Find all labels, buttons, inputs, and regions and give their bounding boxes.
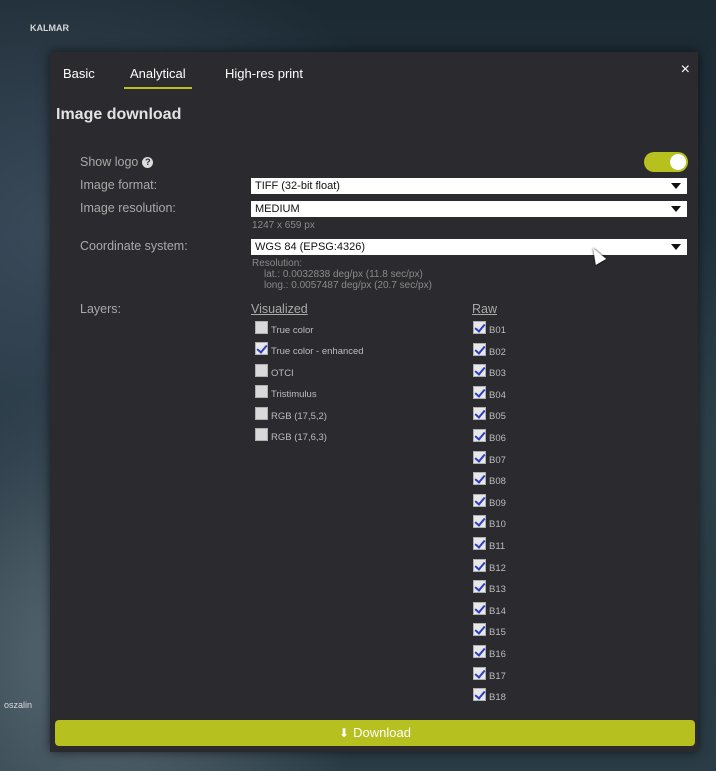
- tab-basic[interactable]: Basic: [63, 66, 95, 81]
- raw-band-label: B06: [489, 433, 506, 444]
- checkbox[interactable]: [473, 645, 486, 658]
- checkbox[interactable]: [473, 515, 486, 529]
- download-icon: ⬇: [339, 726, 350, 740]
- raw-band-label: B07: [489, 454, 506, 466]
- raw-band-label: B12: [489, 562, 506, 574]
- visualized-layer-label: True color - enhanced: [271, 346, 364, 358]
- visualized-layer-label: True color: [271, 325, 314, 336]
- resolution-title: Resolution:: [252, 258, 303, 269]
- visualized-layer-label: RGB (17,6,3): [271, 432, 327, 443]
- dialog-title: Image download: [56, 106, 182, 123]
- dropdown-arrow-icon: [671, 244, 681, 250]
- raw-header: Raw: [472, 302, 498, 316]
- show-logo-toggle[interactable]: [644, 152, 688, 172]
- raw-band-label: B01: [489, 325, 506, 336]
- visualized-layer-label: RGB (17,5,2): [271, 410, 327, 422]
- close-icon[interactable]: ×: [681, 61, 690, 79]
- checkbox[interactable]: [255, 363, 268, 377]
- raw-band-label: B04: [489, 389, 506, 401]
- help-icon[interactable]: ?: [142, 157, 154, 168]
- download-button[interactable]: ⬇ Download: [55, 720, 695, 746]
- visualized-layer-label: OTCI: [271, 367, 294, 379]
- image-download-dialog: Basic Analytical High-res print × Image …: [50, 52, 698, 752]
- raw-band-label: B11: [489, 541, 506, 552]
- checkbox[interactable]: [255, 321, 268, 334]
- checkbox[interactable]: [255, 385, 268, 399]
- toggle-knob: [670, 154, 686, 170]
- map-city-label-koszalin: oszalin: [4, 700, 33, 710]
- tab-bar: Basic Analytical High-res print ×: [50, 52, 698, 92]
- image-format-label: Image format:: [80, 178, 158, 192]
- checkbox[interactable]: [473, 321, 486, 334]
- raw-band-label: B15: [489, 627, 506, 639]
- raw-band-label: B16: [489, 649, 506, 660]
- checkbox[interactable]: [473, 580, 486, 594]
- dropdown-arrow-icon: [671, 206, 681, 212]
- checkbox[interactable]: [473, 493, 486, 507]
- checkbox[interactable]: [255, 428, 268, 441]
- resolution-long: long.: 0.0057487 deg/px (20.7 sec/px): [264, 280, 432, 291]
- map-city-label-kalmar: KALMAR: [30, 23, 69, 33]
- image-format-select[interactable]: TIFF (32-bit float): [251, 178, 687, 194]
- checkbox[interactable]: [473, 623, 486, 637]
- raw-band-label: B10: [489, 519, 506, 531]
- raw-band-label: B13: [489, 584, 506, 596]
- checkbox[interactable]: [255, 406, 268, 420]
- image-resolution-value: MEDIUM: [255, 203, 300, 215]
- raw-band-label: B02: [489, 346, 506, 358]
- image-format-value: TIFF (32-bit float): [255, 180, 340, 192]
- raw-band-label: B08: [489, 476, 506, 488]
- coordinate-system-select[interactable]: WGS 84 (EPSG:4326): [251, 239, 687, 255]
- tab-analytical[interactable]: Analytical: [124, 66, 192, 89]
- checkbox[interactable]: [473, 364, 486, 378]
- tab-high-res-print[interactable]: High-res print: [225, 66, 303, 81]
- checkbox[interactable]: [473, 666, 486, 680]
- raw-band-label: B14: [489, 605, 506, 617]
- raw-band-label: B05: [489, 411, 506, 423]
- show-logo-text: Show logo: [80, 155, 139, 169]
- raw-band-label: B03: [489, 368, 506, 380]
- raw-band-label: B18: [489, 692, 506, 704]
- checkbox[interactable]: [473, 342, 486, 356]
- checkbox[interactable]: [473, 688, 486, 702]
- raw-band-label: B17: [489, 670, 506, 682]
- checkbox[interactable]: [473, 385, 486, 399]
- dropdown-arrow-icon: [671, 183, 681, 189]
- checkbox[interactable]: [473, 558, 486, 572]
- download-label: Download: [353, 725, 411, 740]
- resolution-lat: lat.: 0.0032838 deg/px (11.8 sec/px): [264, 269, 423, 280]
- image-resolution-label: Image resolution:: [80, 201, 176, 215]
- checkbox[interactable]: [473, 472, 486, 486]
- checkbox[interactable]: [473, 537, 486, 550]
- layers-label: Layers:: [80, 302, 121, 316]
- checkbox[interactable]: [473, 450, 486, 464]
- checkbox[interactable]: [473, 429, 486, 442]
- checkbox[interactable]: [473, 601, 486, 615]
- checkbox[interactable]: [473, 407, 486, 421]
- visualized-layer-label: Tristimulus: [271, 389, 317, 401]
- raw-band-label: B09: [489, 497, 506, 509]
- visualized-header: Visualized: [251, 302, 308, 316]
- image-size-text: 1247 x 659 px: [252, 220, 315, 231]
- coordinate-system-value: WGS 84 (EPSG:4326): [255, 241, 366, 253]
- coordinate-system-label: Coordinate system:: [80, 239, 188, 253]
- checkbox[interactable]: [255, 342, 268, 356]
- image-resolution-select[interactable]: MEDIUM: [251, 201, 687, 217]
- show-logo-label: Show logo?: [80, 155, 154, 169]
